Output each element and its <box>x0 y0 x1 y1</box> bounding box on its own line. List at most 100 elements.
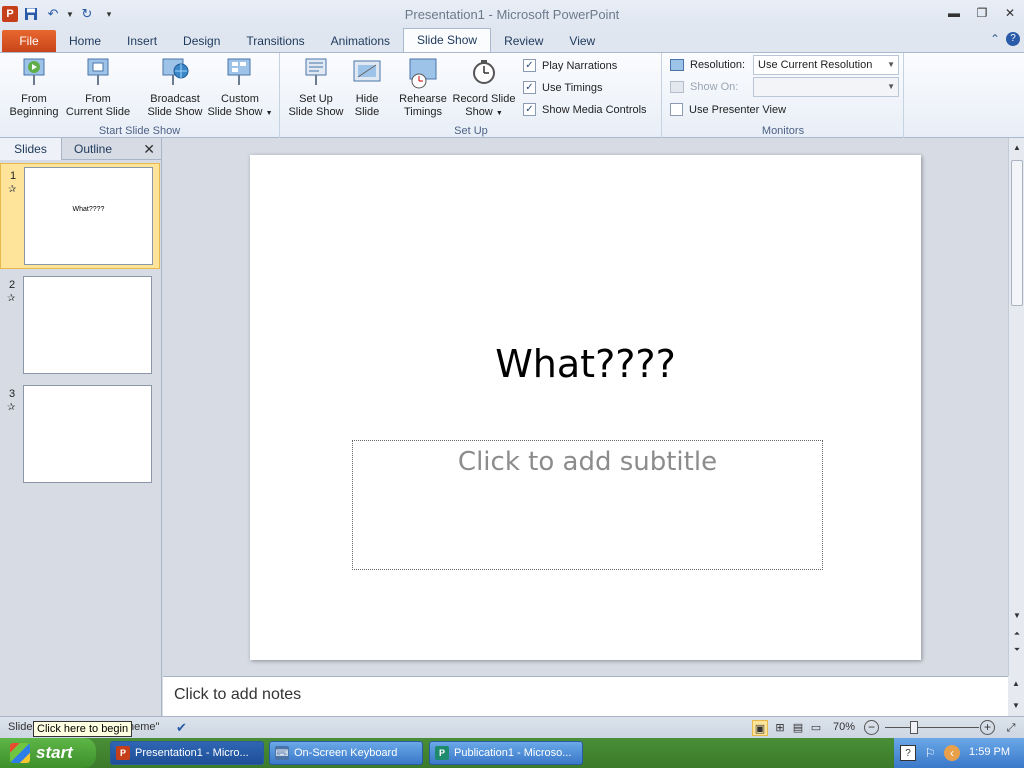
zoom-slider-track[interactable] <box>885 727 979 728</box>
slide-number: 2 <box>9 279 16 291</box>
previous-slide-icon[interactable]: ⏶ <box>1009 626 1024 642</box>
close-panel-icon[interactable]: ✕ <box>143 141 155 158</box>
tab-home[interactable]: Home <box>56 30 114 52</box>
taskbar-item-label: Publication1 - Microso... <box>454 747 572 759</box>
hide-slide-icon <box>353 60 381 82</box>
redo-icon[interactable]: ↻ <box>78 5 96 23</box>
dropdown-arrow-icon: ▼ <box>495 110 503 117</box>
undo-dropdown-icon[interactable]: ▼ <box>66 5 74 23</box>
slide-thumbnail-3[interactable]: 3 ✰ <box>0 382 160 488</box>
set-up-label-1: Set Up <box>299 93 333 105</box>
chevron-down-icon: ▼ <box>887 60 895 69</box>
windows-logo-icon <box>10 743 30 763</box>
help-tray-icon[interactable]: ? <box>900 745 916 761</box>
slide-title[interactable]: What???? <box>250 342 921 386</box>
zoom-level[interactable]: 70% <box>833 721 855 733</box>
group-set-up: Set Up Slide Show Hide Slide Rehearse Ti… <box>281 53 662 139</box>
tab-review[interactable]: Review <box>491 30 556 52</box>
show-on-dropdown[interactable]: ▼ <box>753 77 899 97</box>
animation-star-icon: ✰ <box>8 184 17 195</box>
network-icon[interactable]: ⚐ <box>922 745 938 761</box>
scroll-up-icon[interactable]: ▲ <box>1008 676 1024 692</box>
hide-slide-button[interactable]: Hide Slide <box>347 57 387 119</box>
checkbox-checked-icon: ✓ <box>523 81 536 94</box>
restore-icon[interactable]: ❐ <box>972 4 992 22</box>
slide-thumbnail-1[interactable]: 1 ✰ What???? <box>0 163 160 269</box>
notes-pane[interactable]: Click to add notes <box>163 676 1008 716</box>
set-up-label-2: Slide Show <box>288 106 344 118</box>
show-media-controls-checkbox[interactable]: ✓ Show Media Controls <box>523 103 647 116</box>
from-current-label-1: From <box>85 93 111 105</box>
normal-view-icon[interactable]: ▣ <box>752 720 768 736</box>
tab-slide-show[interactable]: Slide Show <box>403 28 492 52</box>
zoom-out-icon[interactable]: − <box>864 720 879 735</box>
slide-sorter-view-icon[interactable]: ⊞ <box>772 720 788 736</box>
slide-preview-title: What???? <box>72 206 105 213</box>
play-narrations-checkbox[interactable]: ✓ Play Narrations <box>523 59 617 72</box>
scroll-up-icon[interactable]: ▲ <box>1009 140 1024 156</box>
broadcast-slide-show-button[interactable]: Broadcast Slide Show <box>144 57 206 119</box>
tab-design[interactable]: Design <box>170 30 233 52</box>
use-presenter-view-checkbox[interactable]: Use Presenter View <box>670 103 786 116</box>
from-beginning-label-1: From <box>21 93 47 105</box>
tab-transitions[interactable]: Transitions <box>233 30 317 52</box>
scroll-down-icon[interactable]: ▼ <box>1009 608 1024 624</box>
tab-view[interactable]: View <box>556 30 608 52</box>
slide-thumbnail-2[interactable]: 2 ✰ <box>0 273 160 379</box>
record-slide-show-button[interactable]: Record Slide Show ▼ <box>451 57 517 120</box>
close-icon[interactable]: ✕ <box>1000 4 1020 22</box>
start-tooltip: Click here to begin <box>33 721 133 737</box>
save-icon[interactable] <box>22 5 40 23</box>
broadcast-icon <box>162 58 189 85</box>
tab-slides[interactable]: Slides <box>0 137 62 160</box>
chevron-down-icon: ▼ <box>887 82 895 91</box>
help-icon[interactable]: ? <box>1006 32 1020 46</box>
zoom-in-icon[interactable]: + <box>980 720 995 735</box>
taskbar: start P Presentation1 - Micro... ⌨ On-Sc… <box>0 738 1024 768</box>
vertical-scrollbar[interactable]: ▲ ▼ ⏶ ⏷ <box>1008 138 1024 676</box>
set-up-slide-show-button[interactable]: Set Up Slide Show <box>285 57 347 119</box>
resolution-dropdown[interactable]: Use Current Resolution ▼ <box>753 55 899 75</box>
minimize-icon[interactable]: ▬ <box>944 4 964 22</box>
taskbar-item-presentation[interactable]: P Presentation1 - Micro... <box>110 741 264 765</box>
custom-slide-show-button[interactable]: Custom Slide Show ▼ <box>206 57 274 120</box>
undo-icon[interactable]: ↶ <box>44 5 62 23</box>
minimize-ribbon-icon[interactable]: ⌃ <box>990 32 1000 46</box>
slide-show-view-icon[interactable]: ▭ <box>808 720 824 736</box>
tab-outline[interactable]: Outline <box>62 138 124 160</box>
current-slide[interactable]: What???? Click to add subtitle <box>250 155 921 660</box>
from-beginning-button[interactable]: From Beginning <box>6 57 62 119</box>
ribbon: From Beginning From Current Slide Broadc… <box>0 52 1024 139</box>
group-label-setup: Set Up <box>454 125 488 137</box>
scroll-down-icon[interactable]: ▼ <box>1008 698 1024 714</box>
spell-check-icon[interactable]: ✔ <box>176 720 192 736</box>
slide-editing-area: What???? Click to add subtitle <box>163 138 1008 676</box>
zoom-slider-thumb[interactable] <box>910 721 918 734</box>
resolution-icon <box>670 59 684 71</box>
scroll-thumb[interactable] <box>1011 160 1023 306</box>
use-timings-checkbox[interactable]: ✓ Use Timings <box>523 81 603 94</box>
tab-animations[interactable]: Animations <box>318 30 403 52</box>
powerpoint-app-icon[interactable]: P <box>2 6 18 22</box>
customize-qat-icon[interactable]: ▾ <box>100 5 118 23</box>
window-controls: ▬ ❐ ✕ <box>944 4 1020 22</box>
notes-scrollbar[interactable]: ▲ ▼ <box>1008 676 1024 716</box>
group-monitors: Resolution: Use Current Resolution ▼ Sho… <box>663 53 904 139</box>
start-button[interactable]: start <box>0 738 96 768</box>
from-current-slide-button[interactable]: From Current Slide <box>63 57 133 119</box>
group-label-monitors: Monitors <box>761 125 805 137</box>
tab-insert[interactable]: Insert <box>114 30 170 52</box>
fit-to-window-icon[interactable]: ⤢ <box>1003 720 1019 736</box>
taskbar-item-publication[interactable]: P Publication1 - Microso... <box>429 741 583 765</box>
taskbar-item-keyboard[interactable]: ⌨ On-Screen Keyboard <box>269 741 423 765</box>
reading-view-icon[interactable]: ▤ <box>790 720 806 736</box>
next-slide-icon[interactable]: ⏷ <box>1009 642 1024 658</box>
from-beginning-icon <box>23 58 45 85</box>
record-slide-show-icon <box>473 60 495 84</box>
broadcast-label-2: Slide Show <box>147 106 203 118</box>
start-label: start <box>36 743 73 762</box>
rehearse-timings-button[interactable]: Rehearse Timings <box>395 57 451 119</box>
subtitle-placeholder[interactable]: Click to add subtitle <box>352 440 823 570</box>
tab-file[interactable]: File <box>2 30 56 52</box>
expand-tray-icon[interactable]: ‹ <box>944 745 960 761</box>
